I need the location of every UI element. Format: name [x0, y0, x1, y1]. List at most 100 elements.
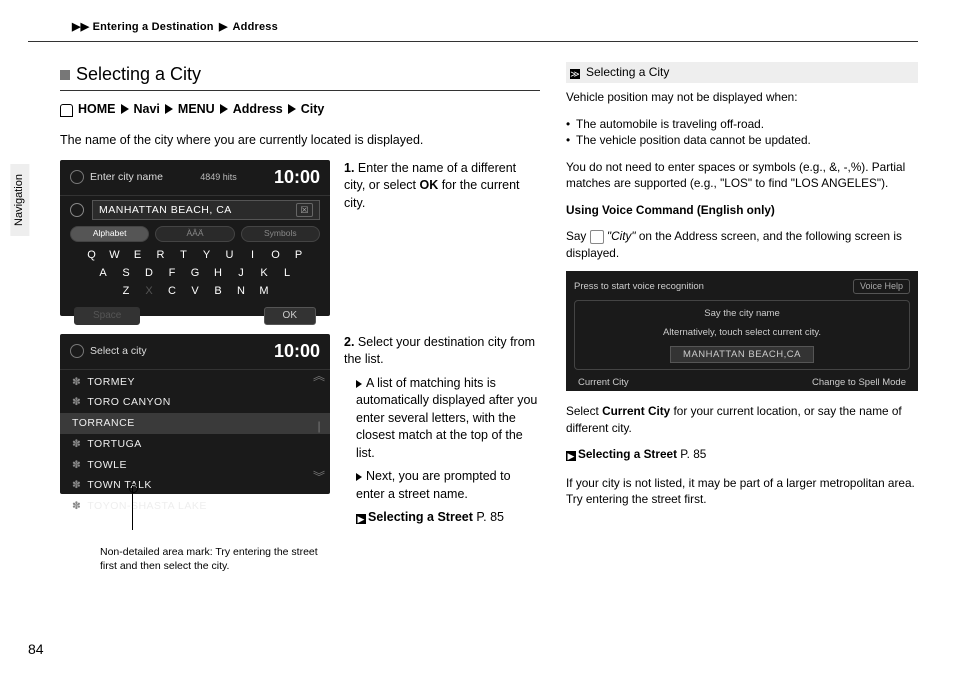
section-heading: Selecting a City: [60, 62, 540, 90]
nav-path: HOME Navi MENU Address City: [60, 101, 540, 119]
list-item[interactable]: ✽TORMEY: [60, 372, 330, 393]
step2-page: P. 85: [476, 510, 504, 524]
left-column: Selecting a City HOME Navi MENU Address …: [60, 62, 540, 574]
key[interactable]: D: [141, 266, 158, 281]
list-item[interactable]: ✽TORTUGA: [60, 434, 330, 455]
nav-addr: Address: [233, 101, 283, 119]
home-icon: [60, 104, 73, 117]
nav-sep-icon: [165, 104, 173, 114]
key[interactable]: N: [233, 284, 250, 299]
step2-b: A list of matching hits is automatically…: [356, 376, 537, 460]
xref-icon: ▶: [356, 514, 366, 524]
key[interactable]: T: [175, 248, 192, 263]
voice-top-msg: Press to start voice recognition: [574, 280, 704, 293]
list-item[interactable]: TORRANCE: [60, 413, 330, 434]
key[interactable]: H: [210, 266, 227, 281]
list-item[interactable]: ✽TOYON-SHASTA LAKE: [60, 496, 330, 517]
key[interactable]: O: [267, 248, 284, 263]
nav-home: HOME: [78, 101, 116, 119]
back-icon[interactable]: [70, 170, 84, 184]
tab-alphabet[interactable]: Alphabet: [70, 226, 149, 242]
key[interactable]: L: [279, 266, 296, 281]
key[interactable]: Y: [198, 248, 215, 263]
key[interactable]: V: [187, 284, 204, 299]
key[interactable]: E: [129, 248, 146, 263]
key[interactable]: K: [256, 266, 273, 281]
callout-line: [132, 486, 133, 530]
nav-sep-icon: [288, 104, 296, 114]
voice-help-button[interactable]: Voice Help: [853, 279, 910, 294]
key[interactable]: C: [164, 284, 181, 299]
scrollbar[interactable]: ︽|︾: [314, 368, 324, 486]
tab-accents[interactable]: ÀÂÄ: [155, 226, 234, 242]
bullet-item: The automobile is traveling off-road.: [566, 116, 918, 133]
key[interactable]: A: [95, 266, 112, 281]
ok-button[interactable]: OK: [264, 307, 316, 325]
scroll-down-icon[interactable]: ︾: [313, 469, 325, 486]
key[interactable]: J: [233, 266, 250, 281]
key[interactable]: R: [152, 248, 169, 263]
tab-symbols[interactable]: Symbols: [241, 226, 320, 242]
nav-sep-icon: [121, 104, 129, 114]
bc-1: Entering a Destination: [93, 21, 214, 33]
screen2-title: Select a city: [90, 344, 147, 359]
info-icon: ≫: [570, 69, 580, 79]
key[interactable]: S: [118, 266, 135, 281]
nav-sep-icon: [220, 104, 228, 114]
clear-icon[interactable]: ☒: [296, 203, 313, 218]
bc-sep: ▶: [219, 21, 228, 33]
screenshot-select-city: Select a city 10:00 ✽TORMEY ✽TORO CANYON…: [60, 334, 330, 494]
list-item[interactable]: ✽TORO CANYON: [60, 392, 330, 413]
screenshot-enter-city: Enter city name 4849 hits 10:00 MANHATTA…: [60, 160, 330, 316]
bullet-item: The vehicle position data cannot be upda…: [566, 132, 918, 149]
step1-b: OK: [419, 178, 438, 192]
key[interactable]: M: [256, 284, 273, 299]
city-input[interactable]: MANHATTAN BEACH, CA ☒: [92, 200, 320, 221]
voice-city[interactable]: MANHATTAN BEACH,CA: [670, 346, 814, 363]
key[interactable]: Q: [83, 248, 100, 263]
scroll-up-icon[interactable]: ︽: [313, 368, 325, 385]
key[interactable]: U: [221, 248, 238, 263]
non-detailed-icon: ✽: [72, 395, 81, 410]
key[interactable]: B: [210, 284, 227, 299]
intro-text: The name of the city where you are curre…: [60, 132, 540, 150]
step-1: 1. Enter the name of a different city, o…: [344, 160, 540, 316]
key[interactable]: P: [290, 248, 307, 263]
side-tab: Navigation: [10, 164, 29, 236]
globe-icon[interactable]: [70, 203, 84, 217]
right-xref: Selecting a Street: [578, 447, 677, 461]
non-detailed-icon: ✽: [72, 375, 81, 390]
info-heading: ≫ Selecting a City: [566, 62, 918, 83]
info-p4: If your city is not listed, it may be pa…: [566, 475, 918, 508]
non-detailed-icon: ✽: [72, 499, 81, 514]
heading-bullet-icon: [60, 70, 70, 80]
heading-text: Selecting a City: [76, 62, 201, 87]
xref-icon: ▶: [566, 451, 576, 461]
key[interactable]: F: [164, 266, 181, 281]
space-button[interactable]: Space: [74, 307, 140, 325]
clock: 10:00: [274, 165, 320, 190]
header-rule: [28, 41, 918, 42]
info-title: Selecting a City: [586, 64, 669, 81]
key[interactable]: Z: [118, 284, 135, 299]
voice-icon: [590, 230, 604, 244]
current-city-button[interactable]: Current City: [578, 376, 629, 389]
keyboard: QWERTYUIOP ASDFGHJKL ZXCVBNM: [60, 248, 330, 299]
key[interactable]: W: [106, 248, 123, 263]
clock: 10:00: [274, 339, 320, 364]
spell-mode-button[interactable]: Change to Spell Mode: [812, 376, 906, 389]
list-item[interactable]: ✽TOWN TALK: [60, 475, 330, 496]
info-bullets: The automobile is traveling off-road. Th…: [566, 116, 918, 149]
key[interactable]: G: [187, 266, 204, 281]
key[interactable]: X: [141, 284, 158, 299]
key[interactable]: I: [244, 248, 261, 263]
breadcrumb: ▶▶ Entering a Destination ▶ Address: [72, 20, 918, 35]
screenshot-voice: Press to start voice recognition Voice H…: [566, 271, 918, 391]
non-detailed-icon: ✽: [72, 458, 81, 473]
voice-say2: Alternatively, touch select current city…: [663, 326, 821, 339]
info-p1: Vehicle position may not be displayed wh…: [566, 89, 918, 106]
city-value: MANHATTAN BEACH, CA: [99, 203, 232, 218]
list-item[interactable]: ✽TOWLE: [60, 455, 330, 476]
back-icon[interactable]: [70, 344, 84, 358]
voice-heading: Using Voice Command (English only): [566, 202, 918, 219]
